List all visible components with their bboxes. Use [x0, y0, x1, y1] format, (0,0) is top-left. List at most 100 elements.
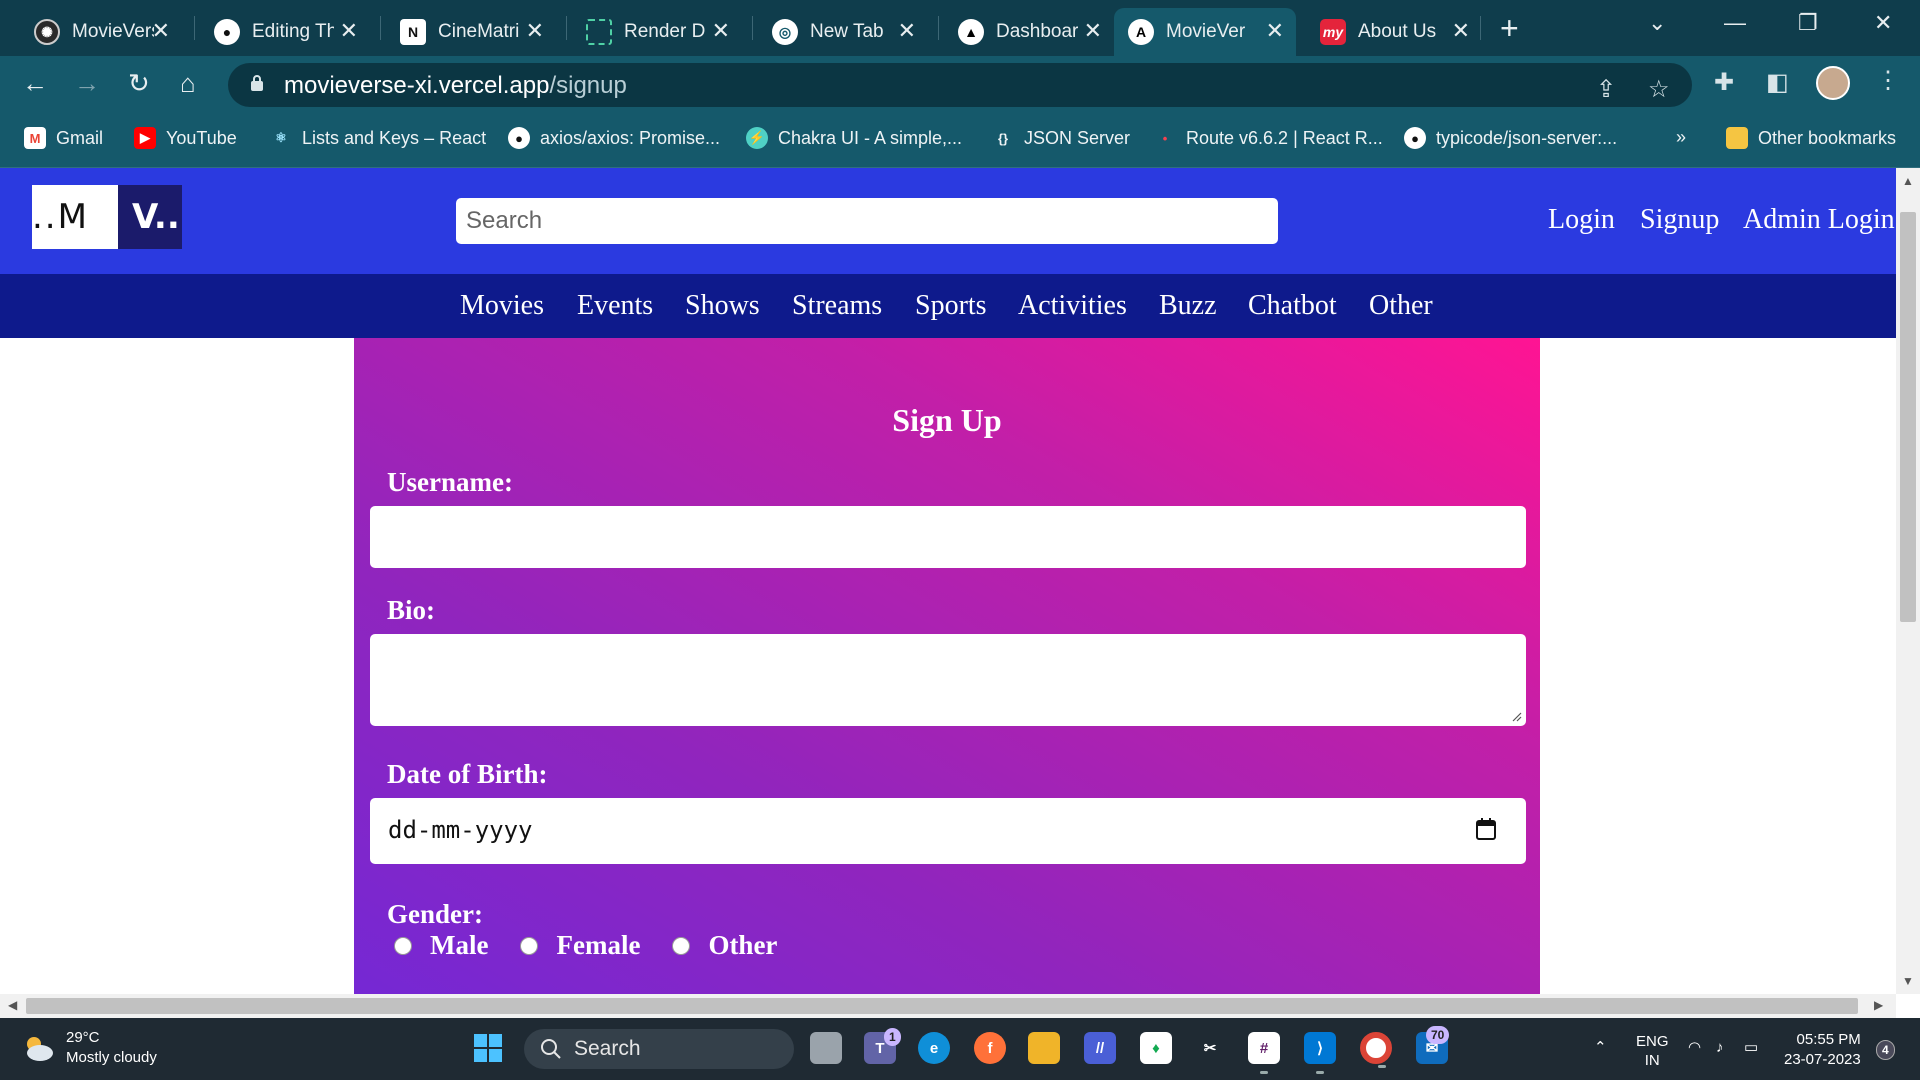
other-bookmarks[interactable]: Other bookmarks	[1726, 127, 1896, 149]
nav-shows[interactable]: Shows	[685, 290, 760, 322]
bookmarks-overflow-button[interactable]: »	[1676, 127, 1686, 148]
wifi-icon[interactable]: ◠	[1688, 1038, 1701, 1057]
scroll-right-icon[interactable]: ▶	[1874, 998, 1883, 1012]
dob-input[interactable]: dd-mm-yyyy	[370, 798, 1526, 864]
resize-grip-icon[interactable]	[1510, 710, 1522, 722]
notion-icon: N	[400, 19, 426, 45]
myntra-icon: my	[1320, 19, 1346, 45]
task-view-icon[interactable]	[810, 1032, 842, 1064]
bookmark-gmail[interactable]: M Gmail	[24, 127, 103, 149]
tray-overflow-icon[interactable]: ⌃	[1594, 1038, 1607, 1057]
tab-render[interactable]: Render D ✕	[572, 8, 742, 56]
tab-new-tab[interactable]: ◎ New Tab ✕	[758, 8, 928, 56]
extensions-icon[interactable]: ✚	[1714, 68, 1734, 97]
address-bar[interactable]: movieverse-xi.vercel.app/signup ⇪ ☆	[228, 63, 1692, 107]
site-search-input[interactable]	[456, 198, 1278, 244]
forward-icon[interactable]: →	[74, 68, 100, 98]
tab-dashboard[interactable]: ▲ Dashboard ✕	[944, 8, 1114, 56]
horizontal-scroll-thumb[interactable]	[26, 998, 1858, 1014]
nav-chatbot[interactable]: Chatbot	[1248, 290, 1337, 322]
admin-login-link[interactable]: Admin Login	[1743, 204, 1895, 236]
bookmark-axios[interactable]: ● axios/axios: Promise...	[508, 127, 720, 149]
tab-about-us[interactable]: my About Us ✕	[1306, 8, 1482, 56]
share-icon[interactable]: ⇪	[1596, 75, 1616, 104]
edge-icon[interactable]: e	[918, 1032, 950, 1064]
horizontal-scrollbar[interactable]: ◀ ▶	[0, 994, 1896, 1018]
slack-icon[interactable]: #	[1248, 1032, 1280, 1074]
calendar-icon[interactable]	[1476, 818, 1496, 840]
close-icon[interactable]: ✕	[1084, 20, 1102, 42]
snipping-tool-icon[interactable]: ✂	[1194, 1032, 1226, 1064]
nav-movies[interactable]: Movies	[460, 290, 544, 322]
taskbar-search[interactable]: Search	[524, 1029, 794, 1069]
close-icon[interactable]: ✕	[712, 20, 730, 42]
bookmark-json-server-github[interactable]: ● typicode/json-server:...	[1404, 127, 1617, 149]
close-window-button[interactable]: ✕	[1874, 10, 1892, 36]
back-icon[interactable]: ←	[22, 68, 48, 98]
firefox-icon[interactable]: f	[974, 1032, 1006, 1064]
chrome-icon[interactable]	[1360, 1032, 1392, 1068]
bookmark-star-icon[interactable]: ☆	[1648, 75, 1670, 104]
close-icon[interactable]: ✕	[340, 20, 358, 42]
avatar[interactable]	[1816, 66, 1850, 100]
windows-start-icon[interactable]	[472, 1032, 504, 1064]
radio-male-label: Male	[430, 930, 489, 960]
battery-icon[interactable]: ▭	[1744, 1038, 1758, 1057]
scroll-up-icon[interactable]: ▲	[1902, 174, 1914, 188]
tab-editing[interactable]: ● Editing Th ✕	[200, 8, 370, 56]
tab-cinematri[interactable]: N CineMatri ✕	[386, 8, 556, 56]
bio-textarea[interactable]	[370, 634, 1526, 726]
side-panel-icon[interactable]: ◧	[1766, 68, 1789, 97]
tab-movieverse-active[interactable]: A MovieVer ✕	[1114, 8, 1296, 56]
scroll-left-icon[interactable]: ◀	[8, 998, 17, 1012]
nav-sports[interactable]: Sports	[915, 290, 987, 322]
radio-male[interactable]	[394, 936, 412, 955]
close-icon[interactable]: ✕	[1266, 20, 1284, 42]
close-icon[interactable]: ✕	[898, 20, 916, 42]
bookmark-react-router[interactable]: • Route v6.6.2 | React R...	[1154, 127, 1383, 149]
nav-buzz[interactable]: Buzz	[1159, 290, 1217, 322]
bookmark-youtube[interactable]: ▶ YouTube	[134, 127, 237, 149]
close-icon[interactable]: ✕	[526, 20, 544, 42]
nav-other[interactable]: Other	[1369, 290, 1433, 322]
menu-icon[interactable]: ⋮	[1876, 66, 1900, 95]
close-icon[interactable]: ✕	[1452, 20, 1470, 42]
notifications-badge[interactable]: 4	[1876, 1040, 1895, 1060]
vscode-icon[interactable]: ⟩	[1304, 1032, 1336, 1074]
site-logo[interactable]: ..M V..	[32, 185, 182, 251]
minimize-button[interactable]: —	[1724, 10, 1746, 36]
radio-female-label: Female	[556, 930, 641, 960]
chatgpt-icon: ✺	[34, 19, 60, 45]
reload-icon[interactable]: ↻	[128, 68, 150, 98]
bookmark-json-server[interactable]: {} JSON Server	[992, 127, 1130, 149]
tab-movieverse-1[interactable]: ✺ MovieVerse ✕	[20, 8, 182, 56]
tab-search-chevron-icon[interactable]: ⌄	[1648, 10, 1666, 36]
file-explorer-icon[interactable]	[1028, 1032, 1060, 1064]
nav-streams[interactable]: Streams	[792, 290, 882, 322]
restore-button[interactable]: ❐	[1798, 10, 1818, 36]
bookmark-chakra[interactable]: ⚡ Chakra UI - A simple,...	[746, 127, 962, 149]
vertical-scrollbar[interactable]: ▲ ▼	[1896, 168, 1920, 994]
username-input[interactable]	[370, 506, 1526, 568]
clock[interactable]: 05:55 PM 23-07-2023	[1784, 1030, 1861, 1070]
mongodb-compass-icon[interactable]: ♦	[1140, 1032, 1172, 1064]
login-link[interactable]: Login	[1548, 204, 1615, 236]
volume-icon[interactable]: ♪	[1716, 1038, 1724, 1057]
new-tab-button[interactable]: +	[1500, 10, 1519, 47]
language-indicator[interactable]: ENG IN	[1636, 1032, 1669, 1070]
weather-widget[interactable]: 29°C Mostly cloudy	[22, 1028, 157, 1068]
bookmark-react-lists[interactable]: ⚛ Lists and Keys – React	[270, 127, 486, 149]
scroll-down-icon[interactable]: ▼	[1902, 974, 1914, 988]
vertical-scroll-thumb[interactable]	[1900, 212, 1916, 622]
vscode-insiders-icon[interactable]: //	[1084, 1032, 1116, 1064]
close-icon[interactable]: ✕	[152, 20, 170, 42]
signup-link[interactable]: Signup	[1640, 204, 1719, 236]
radio-other[interactable]	[672, 936, 691, 955]
json-server-icon: {}	[997, 130, 1009, 146]
nav-activities[interactable]: Activities	[1018, 290, 1127, 322]
radio-female[interactable]	[520, 936, 539, 955]
home-icon[interactable]: ⌂	[180, 68, 196, 98]
chakra-icon: ⚡	[746, 127, 768, 149]
nav-events[interactable]: Events	[577, 290, 653, 322]
gmail-icon: M	[24, 127, 46, 149]
